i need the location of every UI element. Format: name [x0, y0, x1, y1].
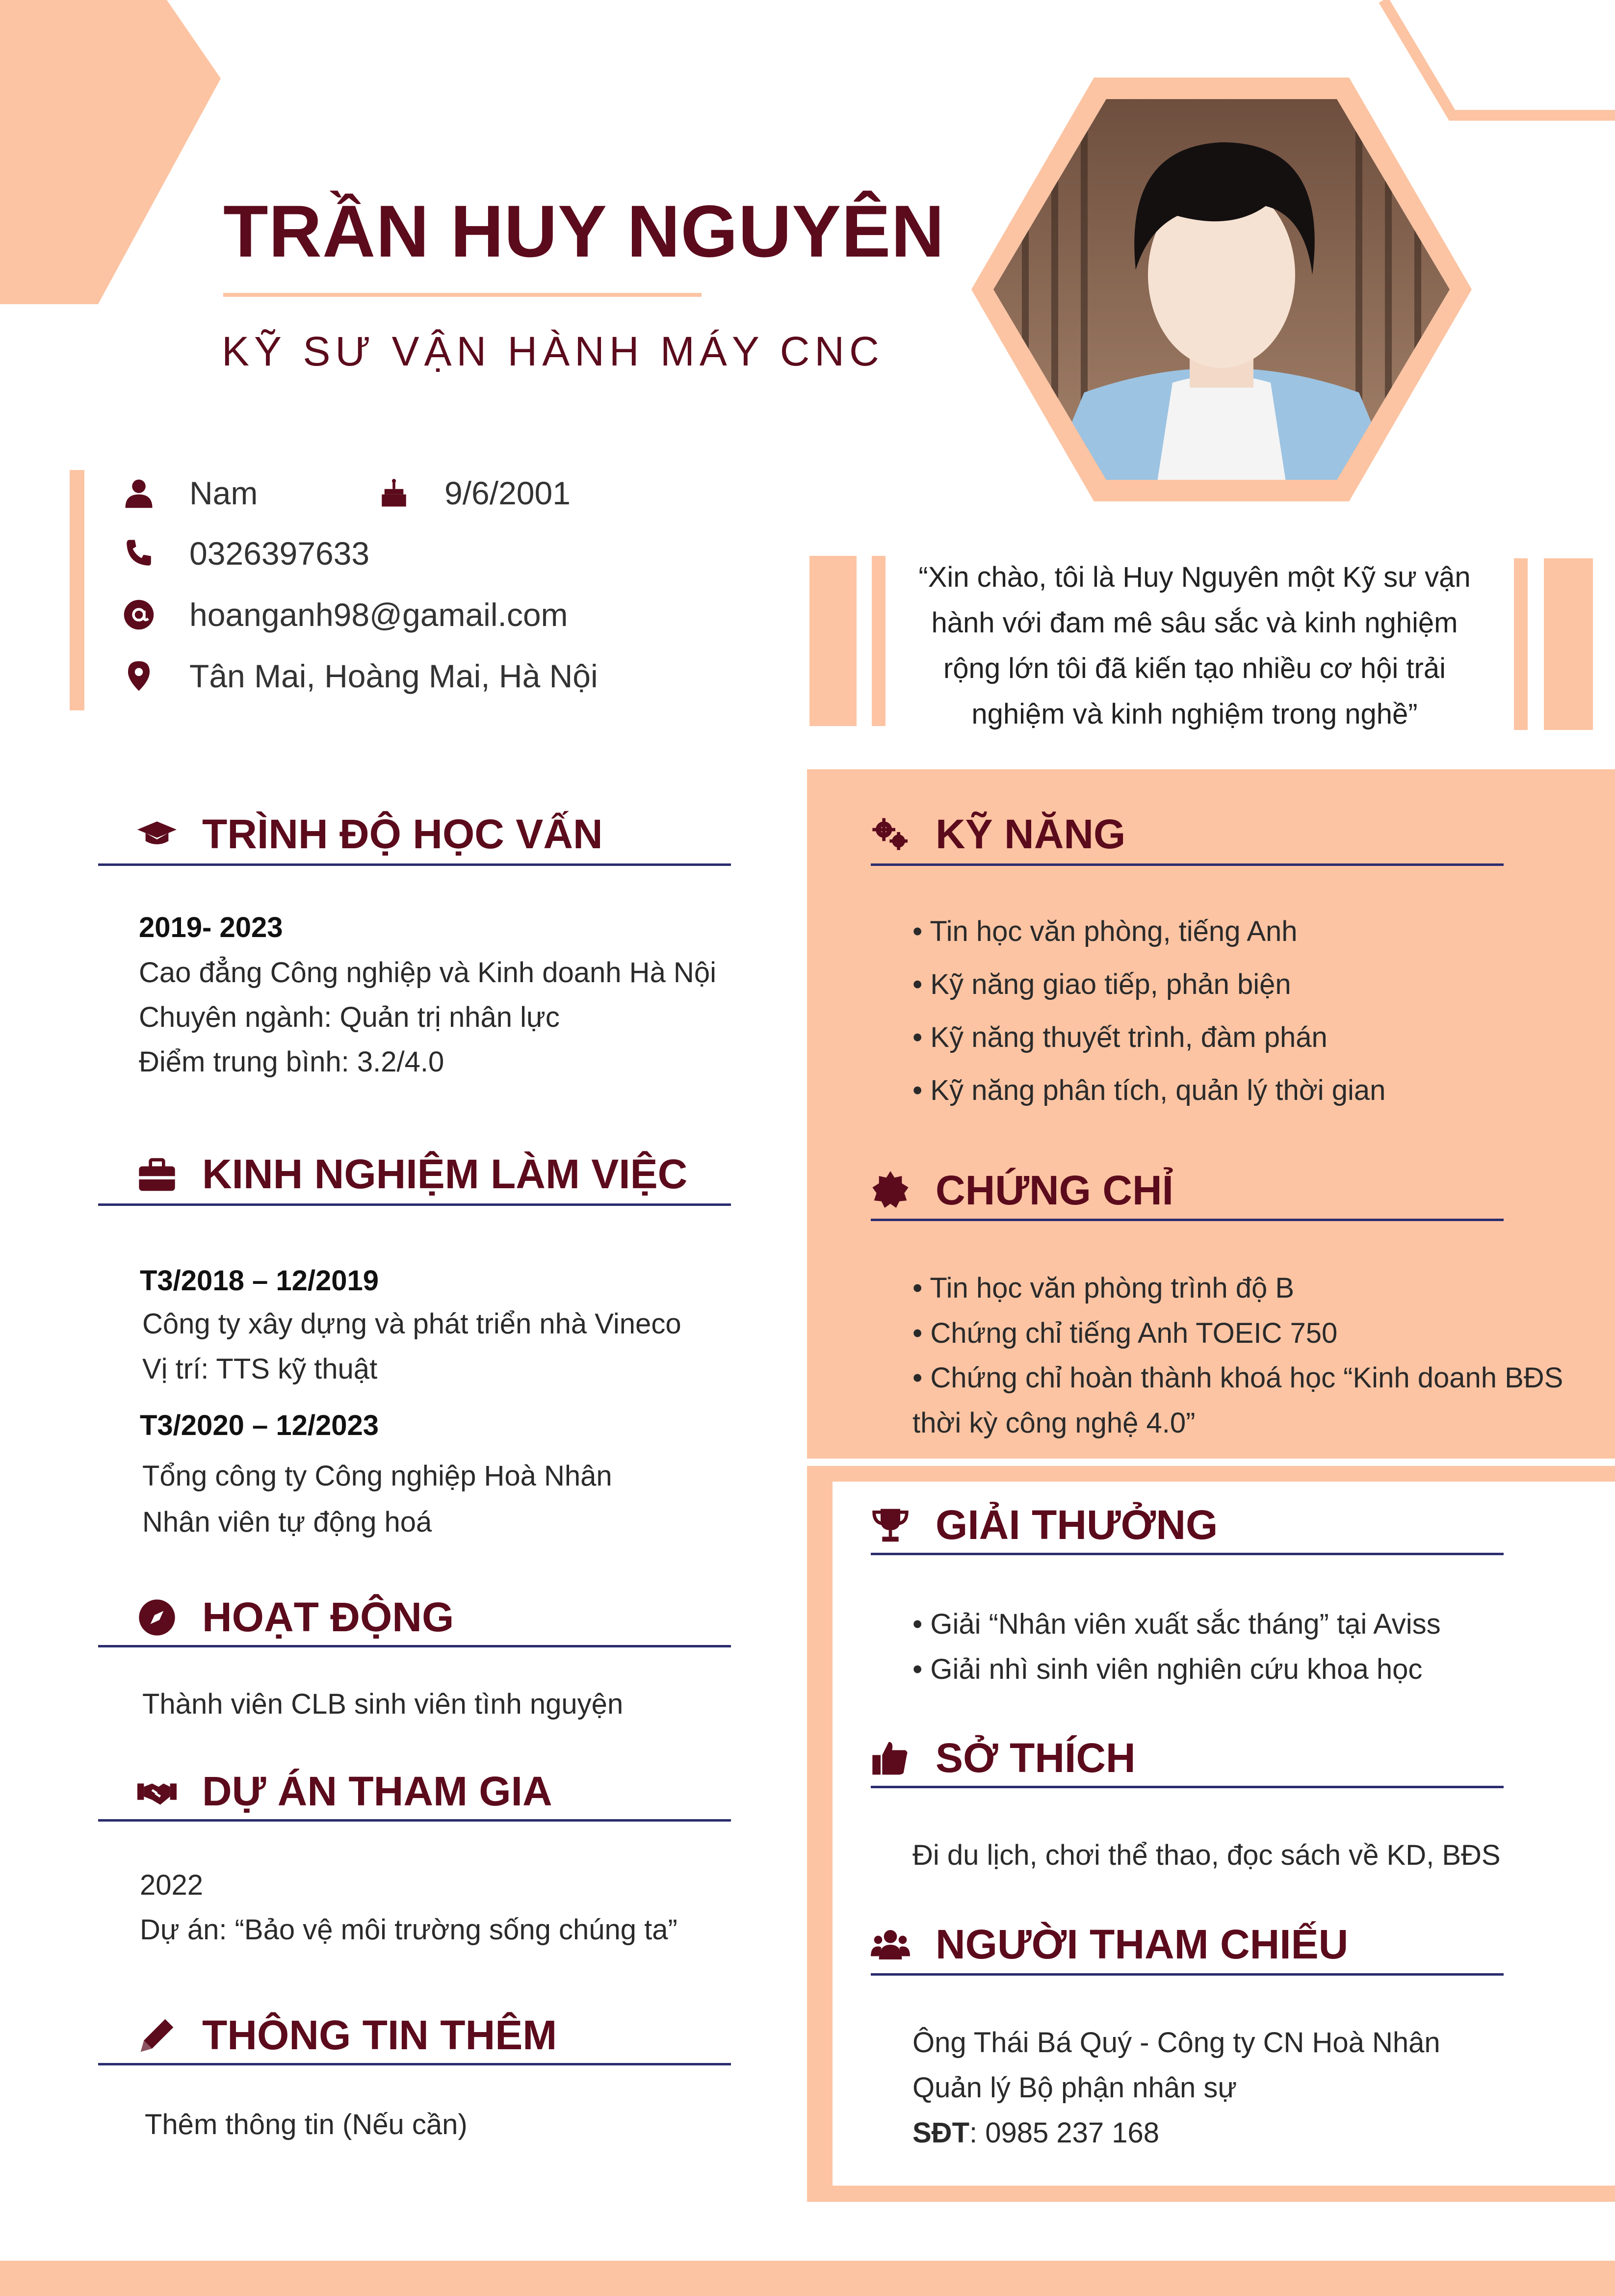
job-2-company: Tổng công ty Công nghiệp Hoà Nhân — [142, 1460, 612, 1492]
reference-phone-label: SĐT — [912, 2117, 969, 2149]
birthday-value: 9/6/2001 — [444, 475, 571, 511]
hobbies-text: Đi du lịch, chơi thể thao, đọc sách về K… — [912, 1839, 1501, 1871]
experience-heading: KINH NGHIỆM LÀM VIỆC — [137, 1150, 687, 1198]
hobbies-heading: SỞ THÍCH — [871, 1734, 1136, 1782]
experience-rule — [98, 1203, 731, 1206]
reference-line-1: Ông Thái Bá Quý - Công ty CN Hoà Nhân — [912, 2027, 1440, 2059]
award-1: • Giải “Nhân viên xuất sắc tháng” tại Av… — [912, 1608, 1441, 1640]
skill-1: • Tin học văn phòng, tiếng Anh — [912, 915, 1298, 947]
more-info-rule — [98, 2063, 731, 2065]
certificate-badge-icon — [872, 1171, 909, 1208]
birthday-cake-icon — [382, 479, 406, 507]
quote-bar-right-2 — [1544, 558, 1593, 730]
handshake-icon — [137, 1783, 177, 1805]
certificates-rule — [871, 1219, 1504, 1221]
skills-rule — [871, 863, 1504, 866]
profile-photo — [971, 78, 1472, 501]
education-school: Cao đẳng Công nghiệp và Kinh doanh Hà Nộ… — [139, 957, 716, 989]
skills-heading: KỸ NĂNG — [871, 810, 1125, 858]
user-icon — [125, 479, 153, 508]
reference-line-2: Quản lý Bộ phận nhân sự — [912, 2072, 1237, 2104]
footer-strip — [0, 2261, 1615, 2296]
birthday-row: 9/6/2001 — [378, 471, 571, 515]
quote-bar-left-1 — [809, 556, 857, 726]
education-gpa: Điểm trung bình: 3.2/4.0 — [139, 1046, 444, 1078]
graduation-cap-icon — [137, 821, 177, 844]
at-icon — [124, 600, 154, 630]
reference-phone: SĐT: 0985 237 168 — [912, 2111, 1159, 2156]
corner-decoration-left — [0, 0, 221, 304]
education-period: 2019- 2023 — [139, 912, 283, 943]
location-pin-icon — [128, 661, 150, 691]
projects-rule — [98, 1819, 731, 1822]
projects-year: 2022 — [140, 1869, 204, 1901]
thumbs-up-icon — [872, 1742, 908, 1774]
name-underline — [223, 293, 702, 297]
award-2: • Giải nhì sinh viên nghiên cứu khoa học — [912, 1653, 1423, 1685]
quote-bar-right-1 — [1514, 558, 1528, 730]
activities-text: Thành viên CLB sinh viên tình nguyện — [142, 1688, 624, 1720]
candidate-name: TRẦN HUY NGUYÊN — [223, 190, 945, 272]
activities-rule — [98, 1645, 731, 1647]
certificate-2: • Chứng chỉ tiếng Anh TOEIC 750 — [912, 1317, 1338, 1349]
job-1-company: Công ty xây dựng và phát triển nhà Vinec… — [142, 1308, 681, 1340]
gears-icon — [872, 818, 908, 850]
phone-row: 0326397633 — [123, 531, 369, 575]
gender-row: Nam — [123, 471, 258, 515]
awards-rule — [871, 1553, 1504, 1555]
certificate-3-cont: thời kỳ công nghệ 4.0” — [912, 1407, 1196, 1439]
job-title: KỸ SƯ VẬN HÀNH MÁY CNC — [222, 328, 884, 374]
more-info-text: Thêm thông tin (Nếu cần) — [145, 2109, 468, 2140]
awards-heading: GIẢI THƯỞNG — [871, 1501, 1218, 1549]
projects-heading: DỰ ÁN THAM GIA — [137, 1768, 552, 1815]
job-1-period: T3/2018 – 12/2019 — [140, 1265, 379, 1297]
briefcase-icon — [139, 1158, 175, 1191]
email-value: hoanganh98@gamail.com — [189, 597, 568, 633]
phone-value: 0326397633 — [189, 535, 370, 572]
more-info-heading: THÔNG TIN THÊM — [137, 2011, 557, 2059]
references-heading: NGƯỜI THAM CHIẾU — [871, 1921, 1348, 1968]
phone-icon — [127, 540, 151, 566]
skill-3: • Kỹ năng thuyết trình, đàm phán — [912, 1021, 1328, 1053]
address-row: Tân Mai, Hoàng Mai, Hà Nội — [123, 654, 598, 698]
pencil-icon — [140, 2019, 174, 2052]
education-heading: TRÌNH ĐỘ HỌC VẤN — [137, 810, 603, 858]
gender-value: Nam — [189, 475, 258, 511]
compass-icon — [139, 1599, 175, 1636]
certificate-1: • Tin học văn phòng trình độ B — [912, 1272, 1295, 1304]
skill-2: • Kỹ năng giao tiếp, phản biện — [912, 968, 1291, 1000]
email-row: hoanganh98@gamail.com — [123, 593, 568, 637]
certificate-3: • Chứng chỉ hoàn thành khoá học “Kinh do… — [912, 1362, 1563, 1394]
reference-phone-value: : 0985 237 168 — [969, 2117, 1160, 2149]
activities-heading: HOẠT ĐỘNG — [137, 1593, 454, 1641]
education-rule — [98, 863, 731, 866]
trophy-icon — [872, 1509, 909, 1541]
contact-accent-bar — [70, 470, 84, 710]
hobbies-rule — [871, 1786, 1504, 1788]
projects-text: Dự án: “Bảo vệ môi trường sống chúng ta” — [140, 1914, 677, 1946]
address-value: Tân Mai, Hoàng Mai, Hà Nội — [189, 658, 598, 694]
quote-bar-left-2 — [872, 556, 886, 726]
job-1-role: Vị trí: TTS kỹ thuật — [142, 1353, 378, 1385]
education-major: Chuyên ngành: Quản trị nhân lực — [139, 1001, 560, 1033]
certificates-heading: CHỨNG CHỈ — [871, 1167, 1173, 1214]
users-icon — [871, 1930, 910, 1959]
skill-4: • Kỹ năng phân tích, quản lý thời gian — [912, 1074, 1386, 1106]
job-2-period: T3/2020 – 12/2023 — [140, 1409, 379, 1441]
references-rule — [871, 1973, 1504, 1976]
job-2-role: Nhân viên tự động hoá — [142, 1506, 432, 1538]
intro-quote: “Xin chào, tôi là Huy Nguyên một Kỹ sư v… — [918, 561, 1471, 730]
